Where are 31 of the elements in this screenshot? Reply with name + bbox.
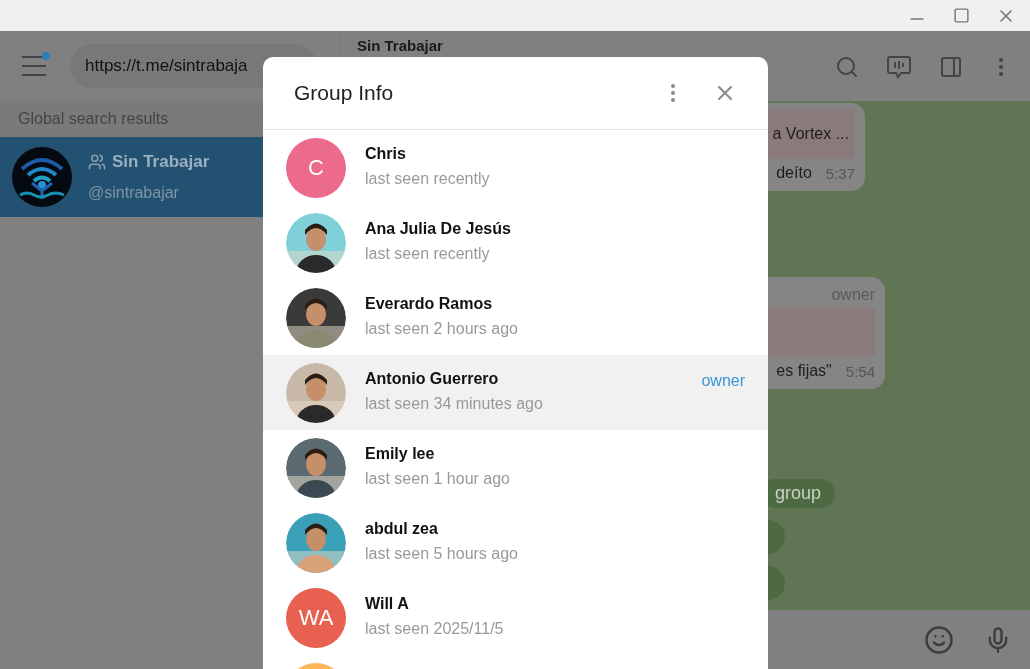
member-name: Antonio Guerrero <box>365 368 500 389</box>
member-name: abdul zea <box>365 518 439 539</box>
member-status: last seen recently <box>365 243 491 264</box>
chat-title: Sin Trabajar <box>357 37 443 55</box>
sidebar-toggle-icon[interactable] <box>939 55 963 79</box>
member-name: Chris <box>365 143 407 164</box>
member-name: Everardo Ramos <box>365 293 494 314</box>
reply-text: a Vortex ... <box>772 124 849 144</box>
member-status: last seen 2 hours ago <box>365 318 519 339</box>
emoji-icon[interactable] <box>924 624 954 655</box>
message-text: deíto <box>776 163 812 183</box>
member-status: last seen 34 minutes ago <box>365 393 544 414</box>
logo-icon <box>12 147 72 207</box>
member-status: last seen recently <box>365 168 491 189</box>
message-text: es fijas" <box>776 361 832 381</box>
owner-label: owner <box>701 371 745 391</box>
avatar: WA <box>286 587 346 648</box>
result-title: Sin Trabajar <box>112 151 210 174</box>
result-subtitle: @sintrabajar <box>88 182 180 203</box>
member-status: last seen 1 hour ago <box>365 468 511 489</box>
maximize-icon[interactable] <box>953 7 970 24</box>
member-row[interactable]: Antonio Guerrero last seen 34 minutes ago owner <box>263 355 768 430</box>
search-icon[interactable] <box>835 55 859 79</box>
member-name: Ana Julia De Jesús <box>365 218 512 239</box>
voice-chat-icon[interactable] <box>885 53 913 81</box>
member-name: Will A <box>365 593 410 614</box>
member-status: last seen 5 hours ago <box>365 543 519 564</box>
member-status: last seen 2025/11/5 <box>365 618 505 639</box>
group-icon <box>88 153 106 171</box>
avatar: C <box>286 137 346 198</box>
member-name: Emily lee <box>365 443 436 464</box>
